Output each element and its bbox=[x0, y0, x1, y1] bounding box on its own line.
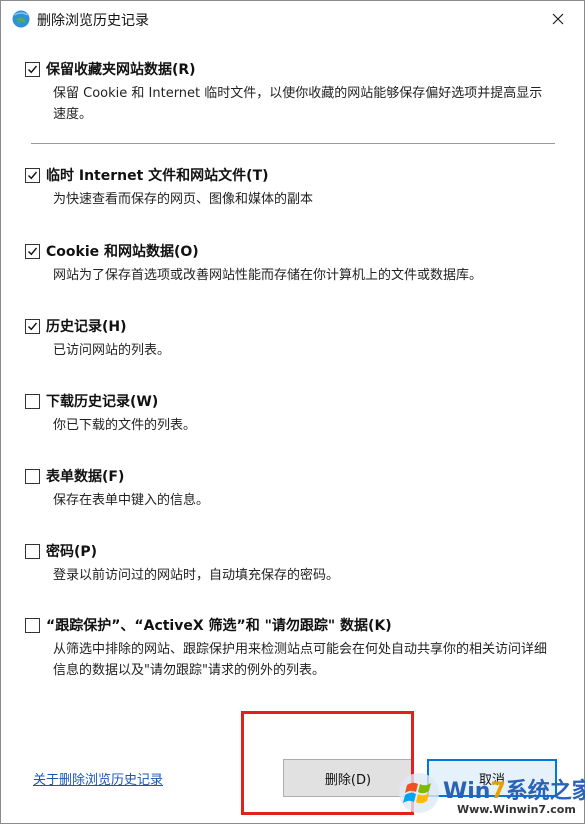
delete-history-dialog: 删除浏览历史记录 保留收藏夹网站数据(R) 保留 Cookie 和 Intern… bbox=[0, 0, 585, 824]
about-delete-history-link[interactable]: 关于删除浏览历史记录 bbox=[33, 769, 163, 788]
option-label: Cookie 和网站数据(O) bbox=[46, 244, 199, 260]
option-label: 历史记录(H) bbox=[46, 319, 127, 335]
checkbox-passwords[interactable] bbox=[25, 543, 40, 559]
option-description: 你已下载的文件的列表。 bbox=[53, 418, 197, 433]
checkbox-download-history[interactable] bbox=[25, 393, 40, 409]
option-passwords: 密码(P) 登录以前访问过的网站时，自动填充保存的密码。 bbox=[25, 541, 565, 586]
delete-button[interactable]: 删除(D) bbox=[283, 759, 413, 797]
close-icon bbox=[552, 10, 564, 29]
checkbox-temp-internet-files[interactable] bbox=[25, 167, 40, 183]
dialog-title: 删除浏览历史记录 bbox=[37, 13, 149, 29]
option-description: 登录以前访问过的网站时，自动填充保存的密码。 bbox=[53, 568, 340, 583]
option-description: 已访问网站的列表。 bbox=[53, 343, 171, 358]
watermark-url: Www.Winwin7.com bbox=[457, 803, 576, 816]
option-label: 密码(P) bbox=[46, 544, 98, 560]
option-description: 网站为了保存首选项或改善网站性能而存储在你计算机上的文件或数据库。 bbox=[53, 268, 483, 283]
option-cookies: Cookie 和网站数据(O) 网站为了保存首选项或改善网站性能而存储在你计算机… bbox=[25, 241, 565, 286]
cancel-button[interactable]: 取消 bbox=[427, 759, 557, 797]
close-button[interactable] bbox=[541, 5, 575, 33]
option-temp-internet-files: 临时 Internet 文件和网站文件(T) 为快速查看而保存的网页、图像和媒体… bbox=[25, 165, 565, 210]
option-form-data: 表单数据(F) 保存在表单中键入的信息。 bbox=[25, 466, 565, 511]
option-label: 临时 Internet 文件和网站文件(T) bbox=[46, 168, 269, 184]
title-bar: 删除浏览历史记录 bbox=[1, 1, 584, 37]
option-download-history: 下载历史记录(W) 你已下载的文件的列表。 bbox=[25, 391, 565, 436]
option-description: 保留 Cookie 和 Internet 临时文件，以使你收藏的网站能够保存偏好… bbox=[53, 86, 543, 122]
option-preserve-favorites: 保留收藏夹网站数据(R) 保留 Cookie 和 Internet 临时文件，以… bbox=[25, 59, 565, 125]
option-history: 历史记录(H) 已访问网站的列表。 bbox=[25, 316, 565, 361]
checkbox-cookies[interactable] bbox=[25, 243, 40, 259]
checkbox-form-data[interactable] bbox=[25, 468, 40, 484]
checkbox-preserve-favorites[interactable] bbox=[25, 61, 40, 77]
internet-explorer-icon bbox=[11, 9, 31, 29]
option-description: 保存在表单中键入的信息。 bbox=[53, 493, 210, 508]
option-description: 为快速查看而保存的网页、图像和媒体的副本 bbox=[53, 192, 314, 207]
option-tracking-protection: “跟踪保护”、“ActiveX 筛选”和 "请勿跟踪" 数据(K) 从筛选中排除… bbox=[25, 615, 565, 681]
option-description: 从筛选中排除的网站、跟踪保护用来检测站点可能会在何处自动共享你的相关访问详细信息… bbox=[53, 642, 548, 678]
option-label: 保留收藏夹网站数据(R) bbox=[46, 62, 196, 78]
option-label: 下载历史记录(W) bbox=[46, 394, 159, 410]
option-label: “跟踪保护”、“ActiveX 筛选”和 "请勿跟踪" 数据(K) bbox=[46, 618, 392, 634]
divider bbox=[31, 143, 555, 144]
checkbox-history[interactable] bbox=[25, 318, 40, 334]
option-label: 表单数据(F) bbox=[46, 469, 125, 485]
checkbox-tracking-protection[interactable] bbox=[25, 617, 40, 633]
